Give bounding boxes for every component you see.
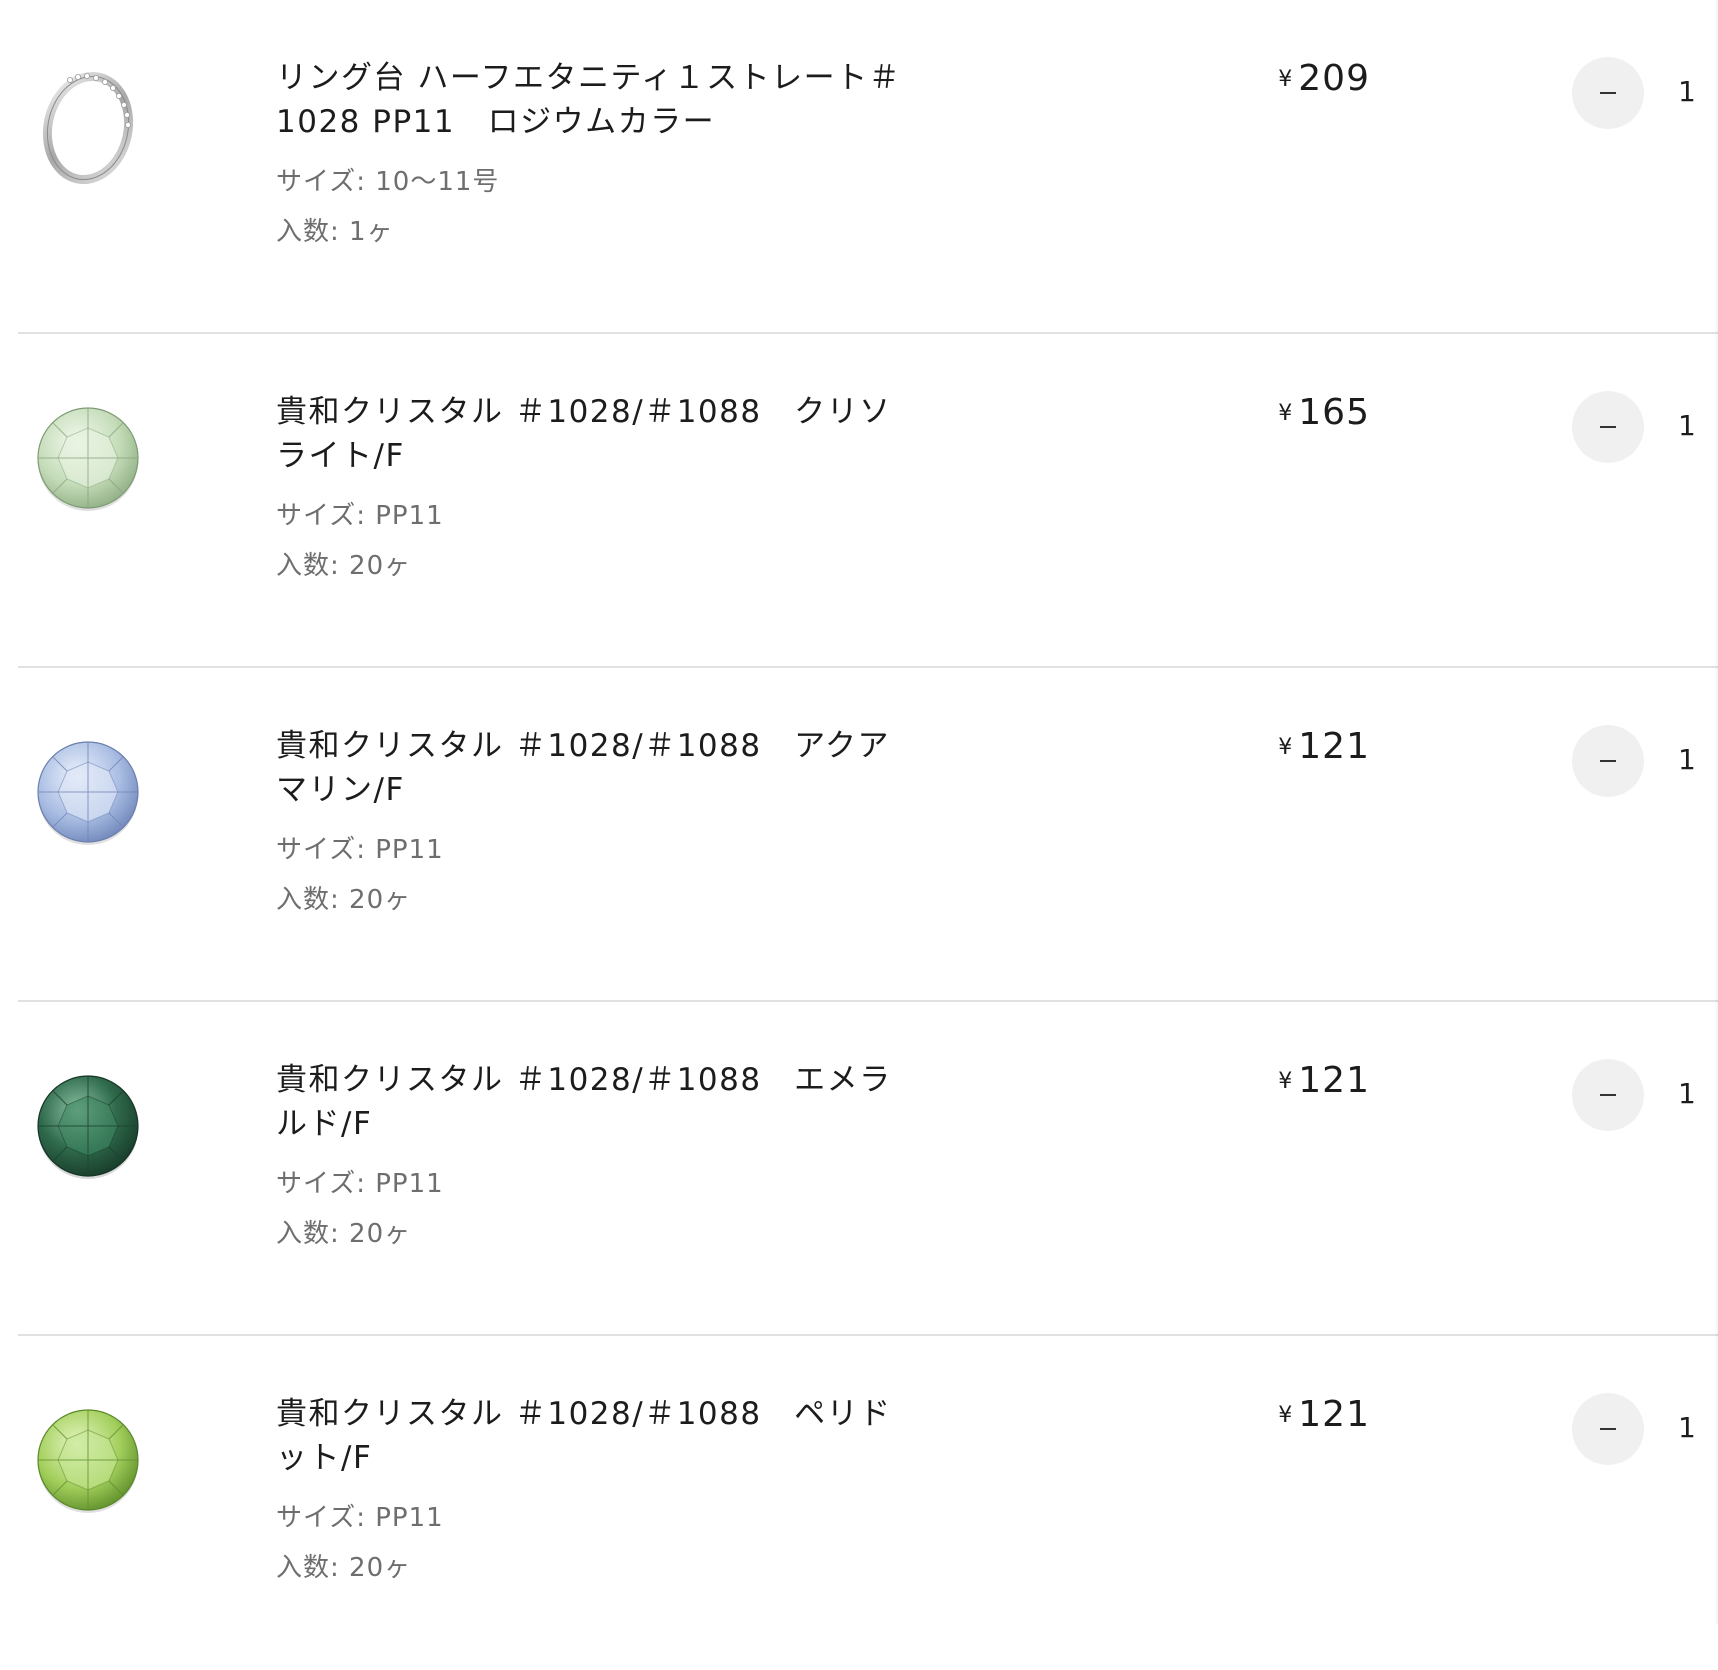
product-title-line1: 貴和クリスタル ＃1028/＃1088 ペリド — [276, 1396, 892, 1432]
crystal-icon — [37, 407, 139, 511]
currency-symbol: ¥ — [1278, 1069, 1293, 1094]
cart-item: 貴和クリスタル ＃1028/＃1088 ペリド ット/F サイズ: PP11 入… — [0, 1336, 1718, 1670]
product-size: サイズ: PP11 — [276, 1169, 444, 1199]
silver-ring-icon — [42, 71, 134, 185]
price-amount: 121 — [1298, 1060, 1370, 1101]
product-pack-count: 入数: 20ヶ — [276, 551, 412, 581]
decrease-quantity-button[interactable] — [1572, 57, 1644, 129]
minus-icon — [1600, 760, 1616, 762]
product-pack-count: 入数: 20ヶ — [276, 1553, 412, 1583]
cart-item: リング台 ハーフエタニティ１ストレート＃ 1028 PP11 ロジウムカラー サ… — [0, 0, 1718, 334]
product-title-line1: 貴和クリスタル ＃1028/＃1088 エメラ — [276, 1062, 892, 1098]
product-title-line2: 1028 PP11 ロジウムカラー — [276, 104, 716, 140]
currency-symbol: ¥ — [1278, 735, 1293, 760]
cart-item: 貴和クリスタル ＃1028/＃1088 エメラ ルド/F サイズ: PP11 入… — [0, 1002, 1718, 1336]
product-title-line1: リング台 ハーフエタニティ１ストレート＃ — [276, 60, 902, 96]
decrease-quantity-button[interactable] — [1572, 1393, 1644, 1465]
product-thumbnail[interactable] — [30, 58, 146, 194]
product-title-line2: ライト/F — [276, 438, 405, 474]
product-thumbnail[interactable] — [30, 392, 146, 528]
currency-symbol: ¥ — [1278, 1403, 1293, 1428]
product-price: ¥121 — [1278, 726, 1370, 767]
quantity-value[interactable]: 1 — [1678, 1077, 1696, 1110]
quantity-value[interactable]: 1 — [1678, 1411, 1696, 1444]
currency-symbol: ¥ — [1278, 401, 1293, 426]
product-title[interactable]: 貴和クリスタル ＃1028/＃1088 エメラ ルド/F — [276, 1058, 916, 1146]
minus-icon — [1600, 1428, 1616, 1430]
quantity-value[interactable]: 1 — [1678, 409, 1696, 442]
cart-item: 貴和クリスタル ＃1028/＃1088 アクア マリン/F サイズ: PP11 … — [0, 668, 1718, 1002]
cart-item-list: リング台 ハーフエタニティ１ストレート＃ 1028 PP11 ロジウムカラー サ… — [0, 0, 1718, 1624]
product-pack-count: 入数: 1ヶ — [276, 217, 394, 247]
crystal-icon — [37, 1409, 139, 1513]
price-amount: 165 — [1298, 392, 1370, 433]
product-thumbnail[interactable] — [30, 726, 146, 862]
minus-icon — [1600, 426, 1616, 428]
quantity-value[interactable]: 1 — [1678, 75, 1696, 108]
decrease-quantity-button[interactable] — [1572, 391, 1644, 463]
price-amount: 121 — [1298, 726, 1370, 767]
product-title-line1: 貴和クリスタル ＃1028/＃1088 クリソ — [276, 394, 892, 430]
decrease-quantity-button[interactable] — [1572, 725, 1644, 797]
product-pack-count: 入数: 20ヶ — [276, 885, 412, 915]
product-price: ¥209 — [1278, 58, 1370, 99]
product-title-line2: ルド/F — [276, 1106, 373, 1142]
currency-symbol: ¥ — [1278, 67, 1293, 92]
product-price: ¥121 — [1278, 1060, 1370, 1101]
price-amount: 209 — [1298, 58, 1370, 99]
product-title-line1: 貴和クリスタル ＃1028/＃1088 アクア — [276, 728, 891, 764]
product-price: ¥165 — [1278, 392, 1370, 433]
product-thumbnail[interactable] — [30, 1394, 146, 1530]
product-title[interactable]: リング台 ハーフエタニティ１ストレート＃ 1028 PP11 ロジウムカラー — [276, 56, 916, 144]
product-thumbnail[interactable] — [30, 1060, 146, 1196]
product-title-line2: ット/F — [276, 1440, 373, 1476]
minus-icon — [1600, 1094, 1616, 1096]
decrease-quantity-button[interactable] — [1572, 1059, 1644, 1131]
product-title[interactable]: 貴和クリスタル ＃1028/＃1088 ペリド ット/F — [276, 1392, 916, 1480]
product-size: サイズ: PP11 — [276, 835, 444, 865]
crystal-icon — [37, 741, 139, 845]
product-title[interactable]: 貴和クリスタル ＃1028/＃1088 アクア マリン/F — [276, 724, 916, 812]
product-size: サイズ: PP11 — [276, 501, 444, 531]
price-amount: 121 — [1298, 1394, 1370, 1435]
product-pack-count: 入数: 20ヶ — [276, 1219, 412, 1249]
product-price: ¥121 — [1278, 1394, 1370, 1435]
product-size: サイズ: 10〜11号 — [276, 167, 500, 197]
product-title-line2: マリン/F — [276, 772, 405, 808]
product-title[interactable]: 貴和クリスタル ＃1028/＃1088 クリソ ライト/F — [276, 390, 916, 478]
cart-item: 貴和クリスタル ＃1028/＃1088 クリソ ライト/F サイズ: PP11 … — [0, 334, 1718, 668]
product-size: サイズ: PP11 — [276, 1503, 444, 1533]
crystal-icon — [37, 1075, 139, 1179]
quantity-value[interactable]: 1 — [1678, 743, 1696, 776]
minus-icon — [1600, 92, 1616, 94]
